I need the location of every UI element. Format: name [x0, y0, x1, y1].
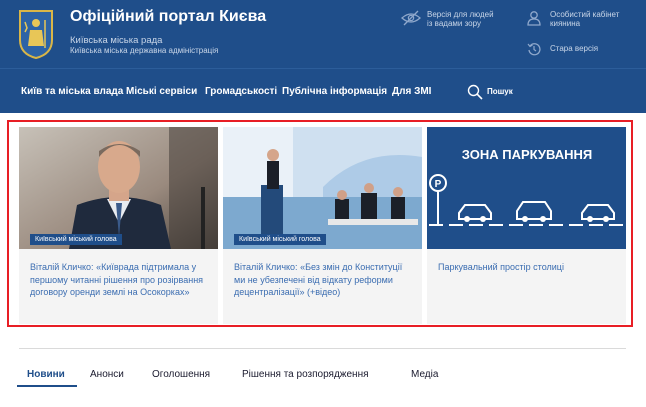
- site-subtitle-administration: Київська міська державна адміністрація: [70, 46, 219, 55]
- news-card[interactable]: Київський міський голова Віталій Кличко:…: [223, 127, 422, 324]
- news-category-badge[interactable]: Київський міський голова: [234, 234, 326, 245]
- news-title-link[interactable]: Віталій Кличко: «Київрада підтримала у п…: [30, 261, 210, 299]
- tab-announcements[interactable]: Анонси: [90, 369, 124, 380]
- cabinet-label-line2: киянина: [550, 19, 581, 28]
- nav-item-public[interactable]: Громадськості: [205, 86, 277, 97]
- vision-label-line2: із вадами зору: [427, 19, 481, 28]
- kyiv-coat-of-arms-logo[interactable]: [17, 8, 55, 60]
- nav-item-public-information[interactable]: Публічна інформація: [282, 86, 387, 97]
- news-title-link[interactable]: Паркувальний простір столиці: [438, 261, 618, 274]
- search-label: Пошук: [487, 87, 513, 96]
- old-version-label: Стара версія: [550, 44, 599, 53]
- old-version-link[interactable]: Стара версія: [527, 42, 637, 56]
- search-button[interactable]: Пошук: [467, 84, 527, 100]
- site-title[interactable]: Офіційний портал Києва: [70, 8, 266, 26]
- tab-notices[interactable]: Оголошення: [152, 369, 210, 380]
- user-icon: [527, 11, 541, 26]
- news-card-image: ЗОНА ПАРКУВАННЯ P: [427, 127, 626, 249]
- tab-media[interactable]: Медіа: [411, 369, 438, 380]
- tab-decisions-and-orders[interactable]: Рішення та розпорядження: [242, 369, 369, 380]
- nav-item-city-services[interactable]: Міські сервіси: [126, 86, 197, 97]
- tab-news[interactable]: Новини: [27, 369, 65, 380]
- nav-item-for-media[interactable]: Для ЗМІ: [392, 86, 431, 97]
- vision-impaired-version-link[interactable]: Версія для людей із вадами зору: [401, 10, 511, 32]
- parking-zone-image-text: ЗОНА ПАРКУВАННЯ: [462, 147, 592, 162]
- news-card[interactable]: ЗОНА ПАРКУВАННЯ P Паркувальний простір с…: [427, 127, 626, 324]
- news-category-badge[interactable]: Київський міський голова: [30, 234, 122, 245]
- search-icon: [467, 84, 483, 100]
- nav-item-kyiv-and-authorities[interactable]: Київ та міська влада: [21, 86, 123, 97]
- news-card[interactable]: Київський міський голова Віталій Кличко:…: [19, 127, 218, 324]
- section-divider: [19, 348, 626, 349]
- eye-slash-icon: [401, 10, 421, 26]
- site-subtitle-council: Київська міська рада: [70, 35, 163, 46]
- header-divider: [0, 68, 646, 69]
- history-icon: [527, 43, 541, 56]
- site-header: Офіційний портал Києва Київська міська р…: [0, 0, 646, 113]
- active-tab-indicator: [17, 385, 77, 387]
- news-card-image: [223, 127, 422, 249]
- personal-cabinet-link[interactable]: Особистий кабінет киянина: [527, 10, 637, 32]
- svg-text:P: P: [435, 179, 442, 190]
- news-title-link[interactable]: Віталій Кличко: «Без змін до Конституції…: [234, 261, 414, 299]
- vision-label-line1: Версія для людей: [427, 10, 494, 19]
- cabinet-label-line1: Особистий кабінет: [550, 10, 620, 19]
- news-card-image: [19, 127, 218, 249]
